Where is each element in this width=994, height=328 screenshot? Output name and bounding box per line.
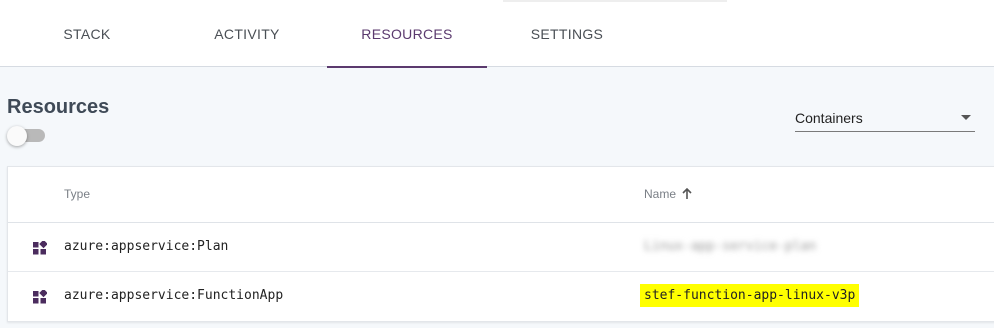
table-header: Type Name	[8, 167, 994, 223]
tab-resources[interactable]: RESOURCES	[327, 0, 487, 68]
arrow-up-icon	[682, 188, 692, 199]
resource-name[interactable]: Linux-app-service-plan	[644, 239, 816, 254]
page-title: Resources	[7, 96, 110, 118]
resources-toggle[interactable]	[7, 126, 45, 146]
resources-table: Type Name azure:appservice:Plan Linux-ap…	[7, 166, 994, 322]
column-header-name[interactable]: Name	[644, 187, 692, 201]
resource-type: azure:appservice:FunctionApp	[64, 288, 284, 303]
column-header-name-label: Name	[644, 187, 677, 201]
table-row[interactable]: azure:appservice:Plan Linux-app-service-…	[8, 223, 994, 272]
tab-activity[interactable]: ACTIVITY	[167, 0, 327, 67]
resource-type: azure:appservice:Plan	[64, 239, 229, 254]
view-select[interactable]: Containers	[795, 106, 975, 132]
column-header-type[interactable]: Type	[64, 187, 90, 201]
tab-settings[interactable]: SETTINGS	[487, 0, 647, 67]
toggle-thumb	[7, 126, 27, 146]
tab-bar: STACK ACTIVITY RESOURCES SETTINGS	[0, 0, 994, 68]
view-select-value: Containers	[795, 110, 863, 126]
table-row[interactable]: azure:appservice:FunctionApp stef-functi…	[8, 272, 994, 321]
resource-icon	[33, 241, 47, 255]
resource-icon	[33, 290, 47, 304]
tab-stack[interactable]: STACK	[7, 0, 167, 67]
resource-name[interactable]: stef-function-app-linux-v3p	[640, 284, 860, 307]
chevron-down-icon	[961, 115, 971, 120]
